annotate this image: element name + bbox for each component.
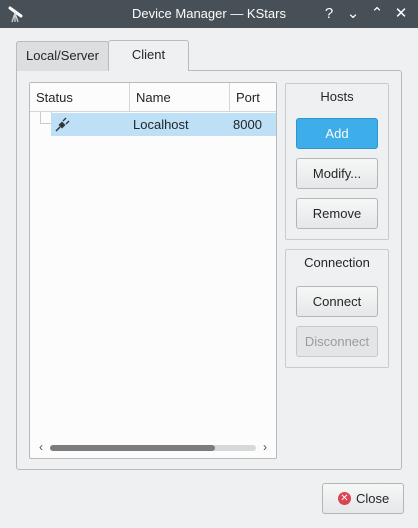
help-button[interactable]: ? [319, 4, 339, 24]
table-header: Status Name Port [30, 83, 276, 112]
host-port-cell: 8000 [233, 117, 262, 132]
minimize-button[interactable]: ⌄ [343, 4, 363, 24]
hosts-table[interactable]: Status Name Port Localhost 8000 ‹ › [29, 82, 277, 459]
scroll-left-icon[interactable]: ‹ [34, 440, 48, 454]
scroll-thumb[interactable] [50, 445, 215, 451]
status-cell [54, 113, 74, 136]
tab-local-server[interactable]: Local/Server [16, 41, 109, 71]
hosts-group: Hosts Add Modify... Remove [285, 83, 389, 240]
disconnect-button: Disconnect [296, 326, 378, 357]
modify-button[interactable]: Modify... [296, 158, 378, 189]
window-close-button[interactable]: ✕ [391, 4, 411, 24]
column-header-port[interactable]: Port [230, 83, 276, 112]
hosts-group-title: Hosts [320, 89, 354, 104]
disconnected-plug-icon [55, 117, 70, 132]
scroll-right-icon[interactable]: › [258, 440, 272, 454]
host-name-cell: Localhost [133, 117, 189, 132]
maximize-button[interactable]: ⌃ [367, 4, 387, 24]
column-header-status[interactable]: Status [30, 83, 130, 112]
active-tab-joiner [109, 69, 188, 72]
horizontal-scrollbar[interactable]: ‹ › [34, 440, 272, 454]
close-button-label: Close [356, 491, 390, 506]
tab-client[interactable]: Client [108, 40, 189, 71]
connection-group-title: Connection [304, 255, 370, 270]
column-header-name[interactable]: Name [130, 83, 230, 112]
remove-button[interactable]: Remove [296, 198, 378, 229]
table-row[interactable]: Localhost 8000 [51, 113, 276, 136]
close-button[interactable]: ✕ Close [322, 483, 404, 514]
scroll-track[interactable] [50, 445, 256, 451]
close-circle-icon: ✕ [338, 492, 351, 505]
add-button[interactable]: Add [296, 118, 378, 149]
title-bar: Device Manager — KStars ? ⌄ ⌃ ✕ [0, 0, 418, 28]
connect-button[interactable]: Connect [296, 286, 378, 317]
connection-group: Connection Connect Disconnect [285, 249, 389, 368]
